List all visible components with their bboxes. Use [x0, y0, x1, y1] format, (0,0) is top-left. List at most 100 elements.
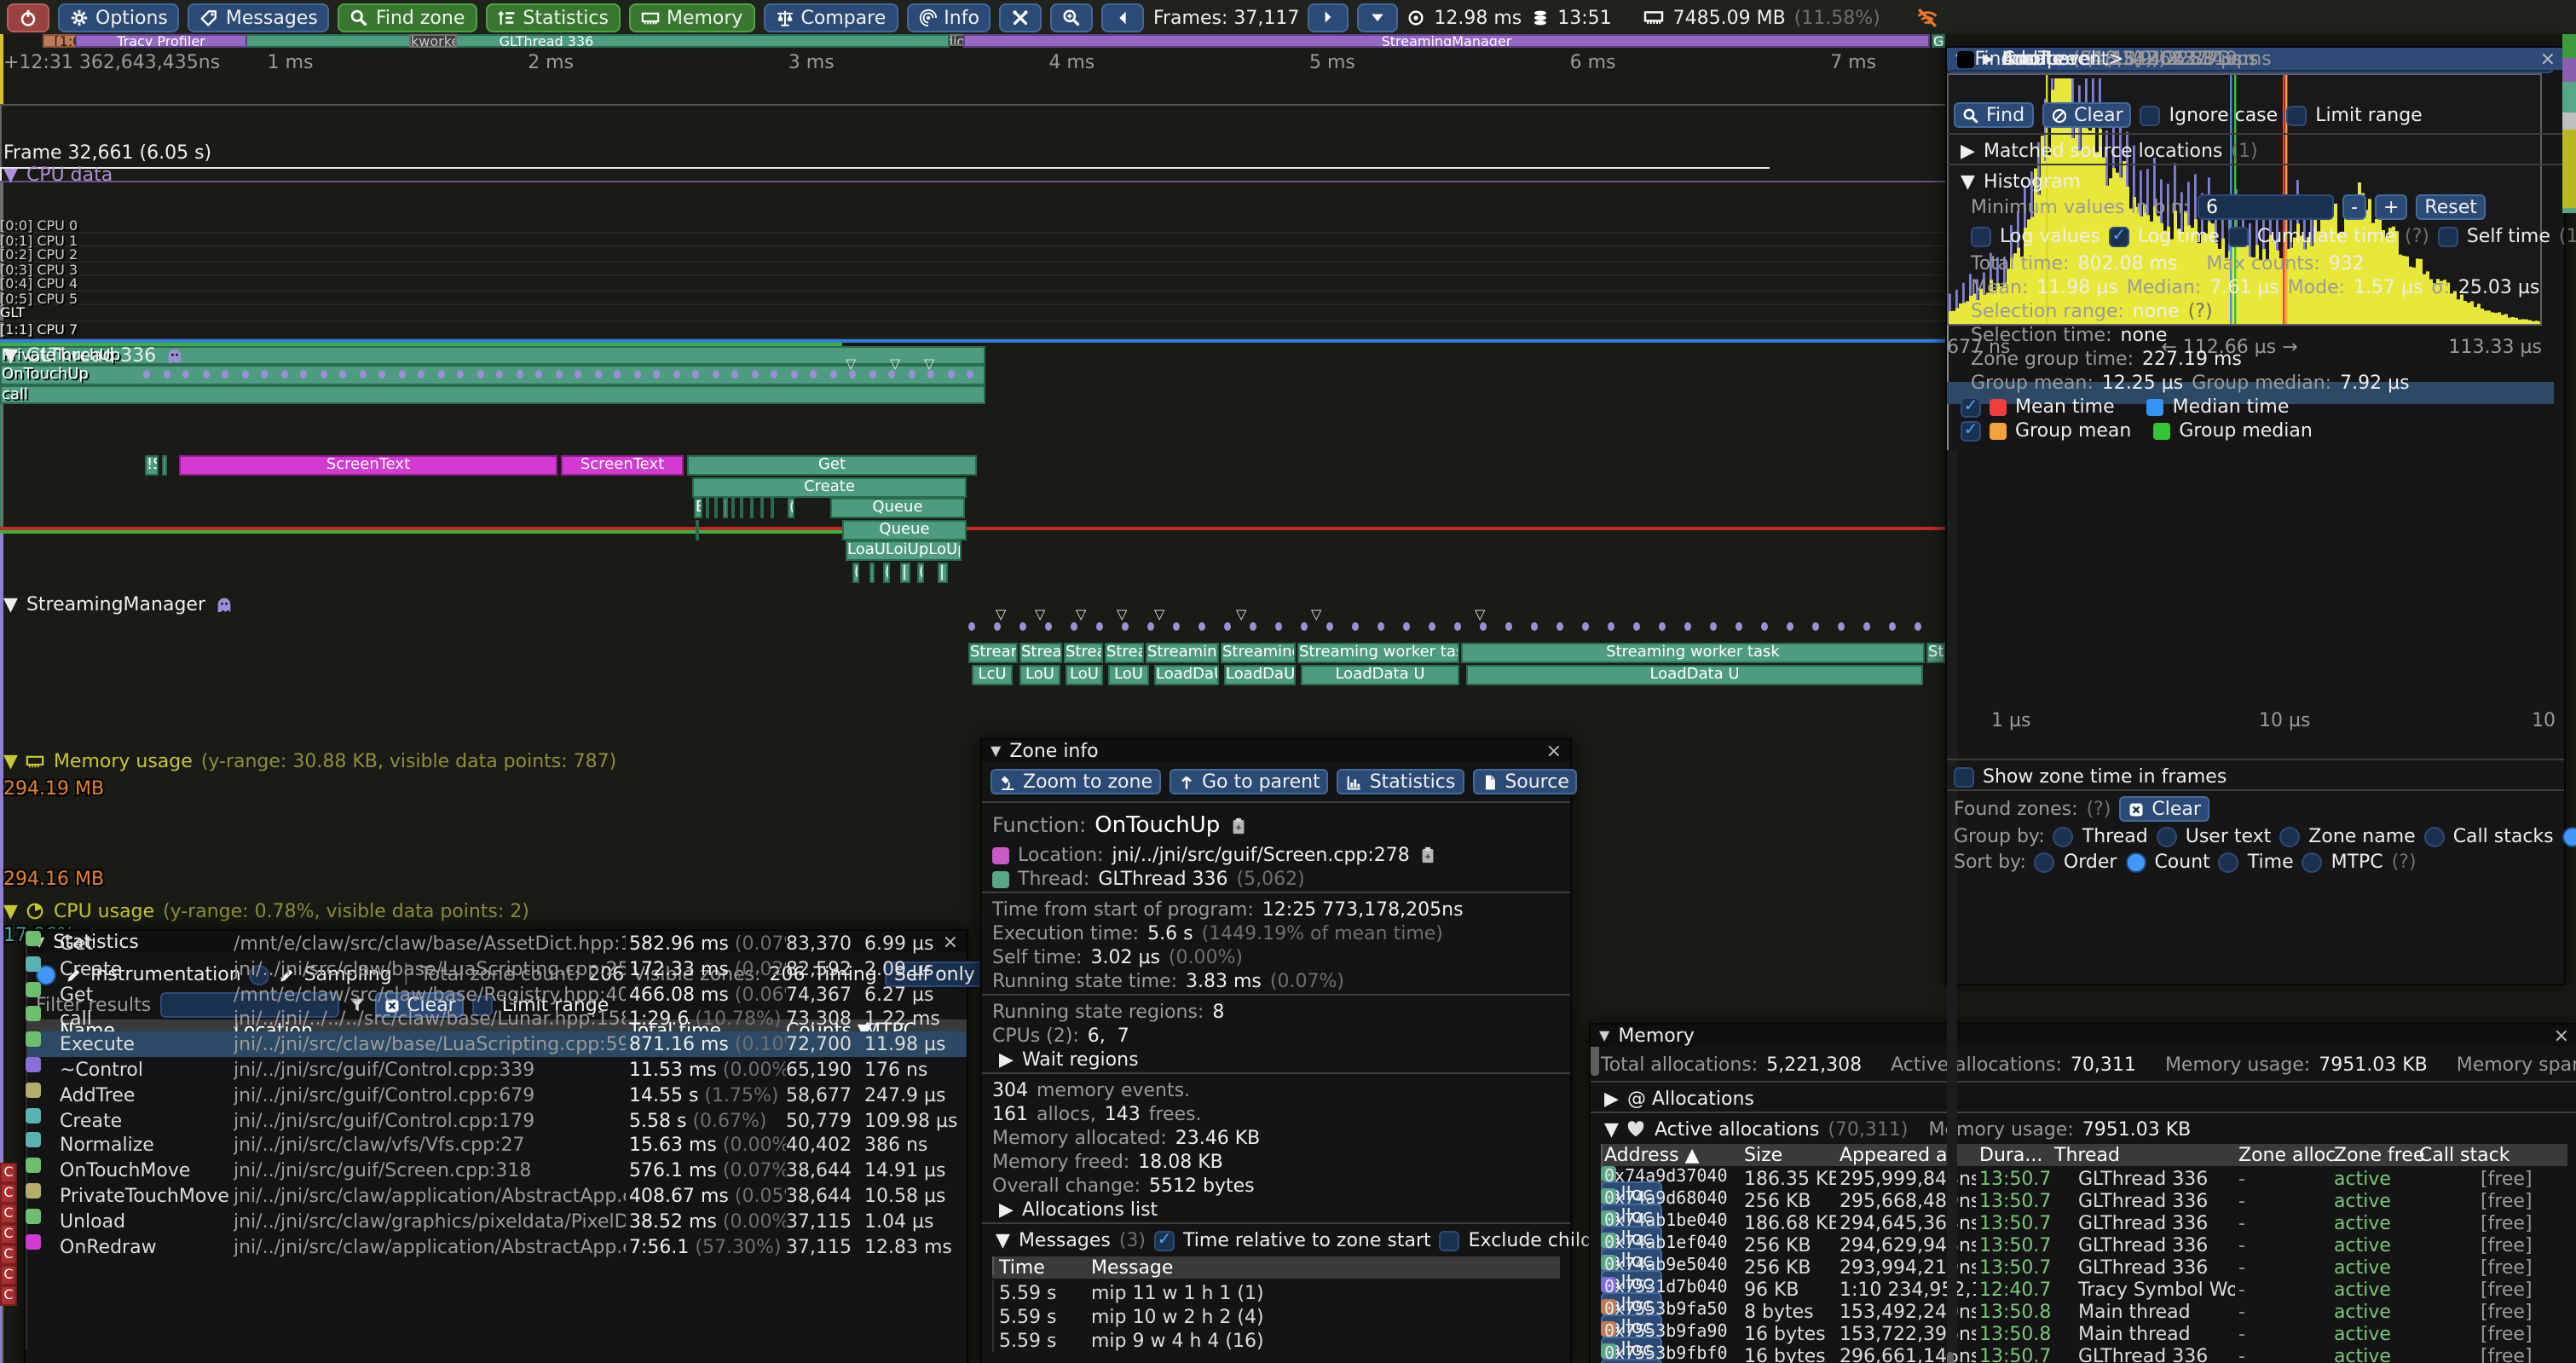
column-header[interactable]: Address ▲ [1604, 1144, 1700, 1166]
message-marker[interactable]: ▽ [996, 607, 1006, 622]
message-dot[interactable] [1019, 622, 1026, 631]
zone-bar[interactable] [731, 498, 735, 518]
group-by-call-stacks[interactable] [2424, 826, 2445, 846]
allocation-row[interactable]: 0x74a9d68040256 KB295,668,489ns13:50.7GL… [1601, 1188, 2567, 1210]
message-dot[interactable] [496, 370, 503, 378]
compare-button[interactable]: Compare [763, 3, 898, 32]
sort-by-order[interactable] [2035, 852, 2055, 872]
message-dot[interactable] [359, 370, 366, 378]
message-dot[interactable] [1863, 622, 1870, 631]
message-marker[interactable]: ▽ [1117, 607, 1127, 622]
self-time-checkbox[interactable] [2438, 226, 2458, 246]
zone-bar[interactable]: LoadDaU [1154, 665, 1219, 685]
next-frame-button[interactable] [1308, 3, 1349, 32]
message-dot[interactable] [535, 370, 542, 378]
allocation-row[interactable]: 0x74ab1ef040256 KB294,629,948ns13:50.7GL… [1601, 1233, 2567, 1255]
message-dot[interactable] [790, 370, 797, 378]
statistics-button[interactable]: Statistics [1337, 769, 1464, 794]
message-dot[interactable] [673, 370, 679, 378]
message-marker[interactable]: ▽ [1154, 607, 1164, 622]
message-dot[interactable] [1224, 622, 1231, 631]
message-dot[interactable] [1684, 622, 1691, 631]
zone-bar[interactable] [706, 498, 709, 518]
column-header[interactable]: Call stack [2419, 1144, 2510, 1166]
cpu-zone[interactable]: kworker/ [409, 34, 457, 48]
message-dot[interactable] [1633, 622, 1640, 631]
message-dot[interactable] [751, 370, 758, 378]
zone-bar[interactable]: |~ [900, 563, 910, 583]
zone-bar[interactable]: St [1926, 643, 1945, 663]
cumulate-time-checkbox[interactable] [2228, 226, 2249, 246]
reset-button[interactable]: Reset [2416, 194, 2485, 220]
message-marker[interactable]: ▽ [1236, 607, 1246, 622]
column-header[interactable]: Thread [2054, 1144, 2120, 1166]
message-dot[interactable] [692, 370, 699, 378]
allocations-toggle[interactable]: ▶@ Allocations [1604, 1088, 1754, 1110]
allocation-row[interactable]: 0x74ab9e5040256 KB293,994,219ns13:50.7GL… [1601, 1255, 2567, 1277]
time-axis[interactable]: +12:31 362,643,435ns1 ms2 ms3 ms4 ms5 ms… [0, 104, 1945, 167]
message-dot[interactable] [1352, 622, 1359, 631]
zone-bar[interactable] [740, 498, 743, 518]
zone-bar[interactable] [714, 498, 718, 518]
column-header[interactable]: Zone alloc [2238, 1144, 2336, 1166]
error-zone[interactable]: C [0, 1224, 17, 1245]
zone-bar[interactable]: LoU [1019, 665, 1060, 685]
message-dot[interactable] [1761, 622, 1768, 631]
zone-bar[interactable]: LcU [972, 665, 1013, 685]
message-dot[interactable] [731, 370, 738, 378]
zone-bar[interactable]: Strear [1019, 643, 1062, 663]
histogram-toggle[interactable]: ▼Histogram [1961, 170, 2081, 193]
zone-bar[interactable]: LoadData U [1466, 665, 1923, 685]
message-dot[interactable] [633, 370, 640, 378]
message-dot[interactable] [222, 370, 228, 378]
message-dot[interactable] [1275, 622, 1282, 631]
message-dot[interactable] [1915, 622, 1921, 631]
zone-bar[interactable]: Get [687, 455, 977, 476]
message-dot[interactable] [1582, 622, 1589, 631]
message-dot[interactable] [1531, 622, 1538, 631]
source-button[interactable]: Source [1472, 769, 1578, 794]
sort-by-mtpc[interactable] [2302, 852, 2323, 872]
message-dot[interactable] [1838, 622, 1845, 631]
column-header[interactable]: Appeared at [1840, 1144, 1955, 1166]
log-time-checkbox[interactable]: ✓ [2109, 226, 2129, 246]
group-mean-checkbox[interactable]: ✓ [1961, 420, 1981, 441]
cpu-data-header[interactable]: ▼CPU data [3, 164, 113, 186]
message-dot[interactable] [1454, 622, 1461, 631]
error-zone[interactable]: C [0, 1265, 17, 1285]
find-zone-button[interactable]: Find zone [338, 3, 477, 32]
zone-bar[interactable]: Streaming [1221, 643, 1296, 663]
message-dot[interactable] [280, 370, 287, 378]
message-marker[interactable]: ▽ [1076, 607, 1086, 622]
message-dot[interactable] [1505, 622, 1512, 631]
zone-bar[interactable]: ScreenText [179, 455, 557, 476]
message-dot[interactable] [1198, 622, 1205, 631]
message-dot[interactable] [1071, 622, 1077, 631]
message-dot[interactable] [1122, 622, 1129, 631]
sort-by-time[interactable] [2219, 852, 2239, 872]
zone-bar[interactable]: Streaming worker tas [1297, 643, 1459, 663]
message-dot[interactable] [516, 370, 523, 378]
message-row[interactable]: 5.59 smip 10 w 2 h 2 (4) [992, 1304, 1560, 1328]
zone-bar[interactable]: Strea [1064, 643, 1103, 663]
zone-bar[interactable] [696, 520, 699, 540]
close-icon[interactable]: × [1546, 740, 1562, 762]
cpu-zone[interactable]: G [1932, 34, 1945, 48]
message-row[interactable]: 5.59 smip 11 w 1 h 1 (1) [992, 1280, 1560, 1304]
exclude-children-checkbox[interactable] [1440, 1230, 1460, 1250]
increase-button[interactable]: + [2375, 194, 2407, 220]
zone-bar[interactable]: Queue [830, 498, 965, 518]
message-dot[interactable] [614, 370, 621, 378]
message-dot[interactable] [1403, 622, 1410, 631]
limit-range-checkbox[interactable] [2286, 105, 2307, 125]
zoom-in-button[interactable] [1051, 3, 1094, 32]
message-dot[interactable] [1173, 622, 1180, 631]
group-by-thread[interactable] [2053, 826, 2074, 846]
message-dot[interactable] [947, 370, 954, 378]
cpu-plot-header[interactable]: ▼CPU usage(y-range: 0.78%, visible data … [3, 900, 529, 922]
message-dot[interactable] [1147, 622, 1154, 631]
zone-bar[interactable] [723, 498, 728, 518]
allocation-row[interactable]: 0x7553b9fa508 bytes153,492,240ns13:50.8M… [1601, 1299, 2567, 1321]
message-marker[interactable]: ▽ [1475, 607, 1485, 622]
zone-bar[interactable]: | [869, 563, 875, 583]
